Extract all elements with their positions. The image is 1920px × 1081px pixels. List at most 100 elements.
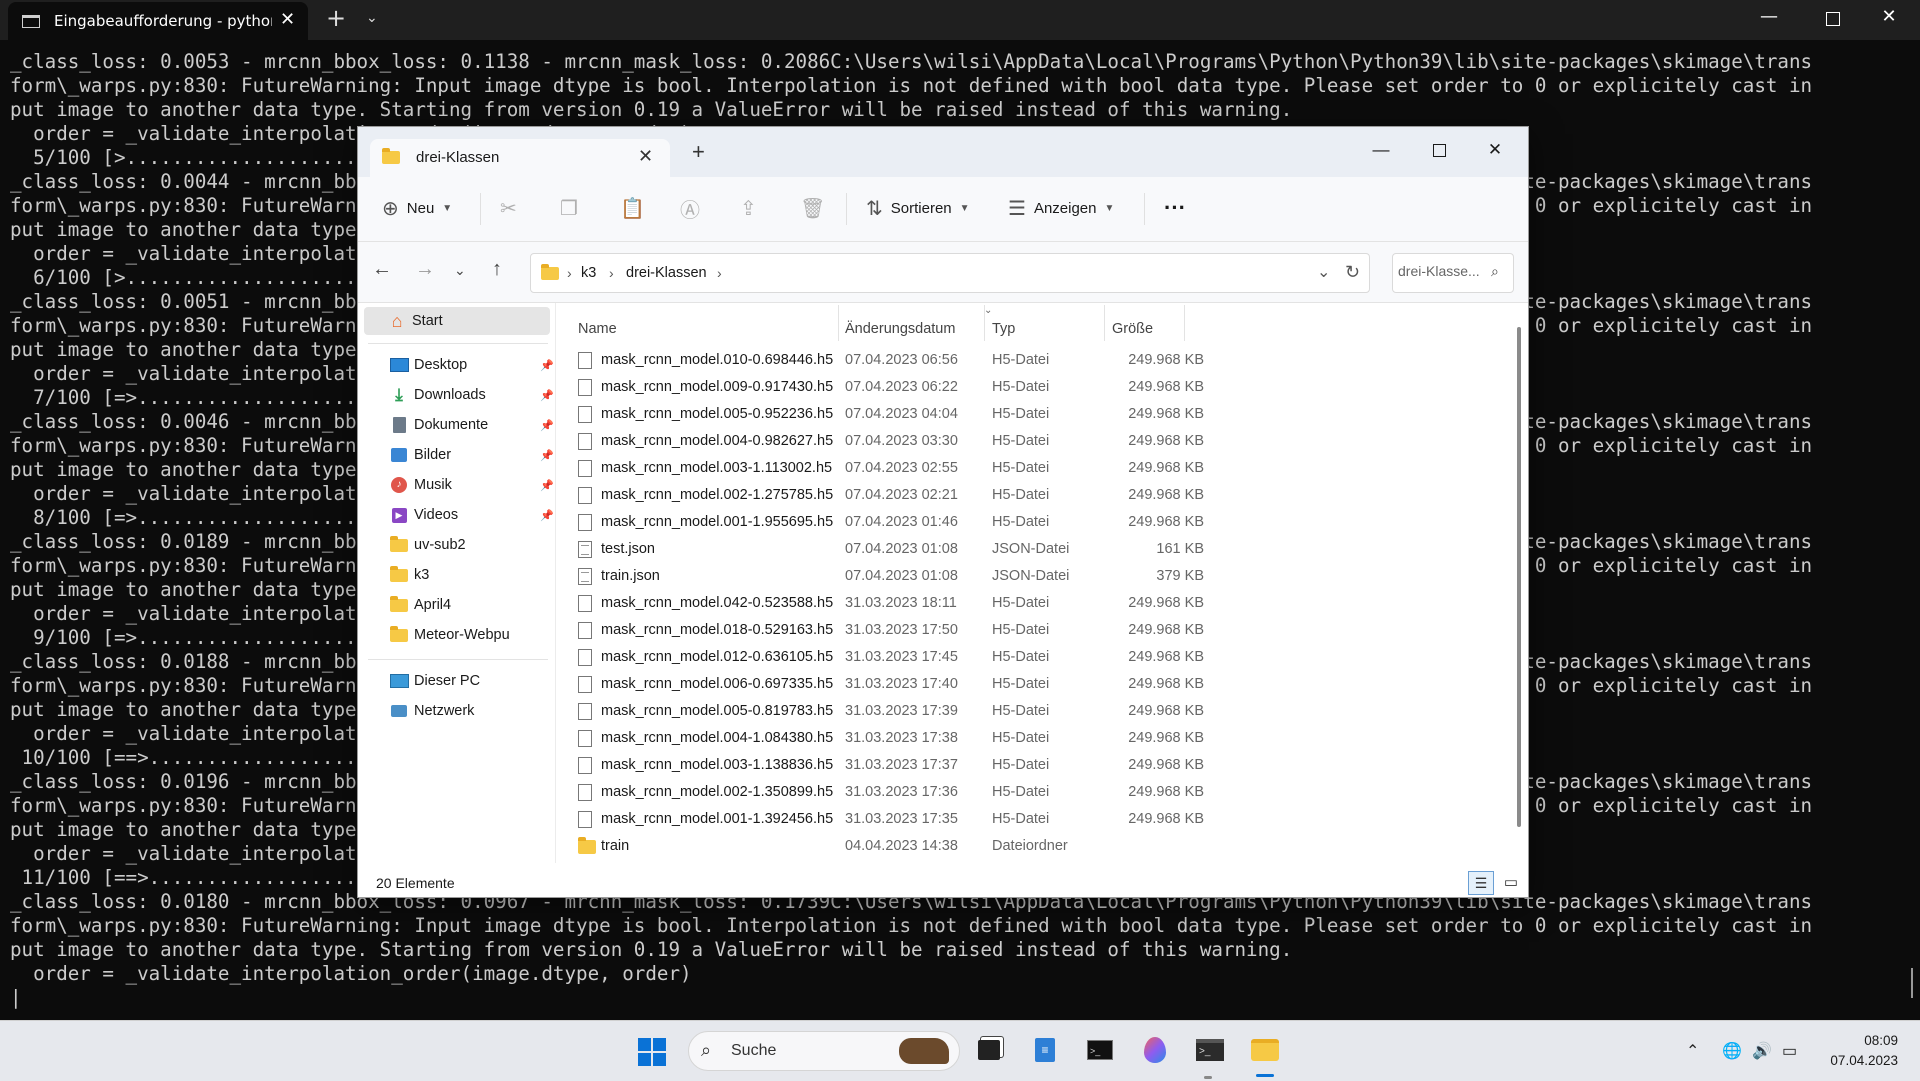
file-row[interactable]: mask_rcnn_model.006-0.697335.h5 31.03.202…: [576, 671, 1356, 698]
tab-dropdown-button[interactable]: ⌄: [366, 10, 378, 26]
cmd-icon[interactable]: >_: [1195, 1035, 1225, 1065]
minimize-button[interactable]: —: [1746, 6, 1792, 27]
close-button[interactable]: ✕: [1866, 6, 1912, 27]
cut-icon[interactable]: ✂: [500, 193, 517, 223]
new-button[interactable]: ⊕ Neu ▼: [382, 193, 452, 223]
paint-icon[interactable]: [1140, 1035, 1170, 1065]
address-bar[interactable]: › k3 › drei-Klassen › ⌄ ↻: [530, 253, 1370, 293]
pin-icon[interactable]: 📌: [540, 449, 554, 462]
breadcrumb-item[interactable]: drei-Klassen: [626, 265, 707, 281]
paste-icon[interactable]: 📋: [620, 193, 645, 223]
file-row[interactable]: test.json 07.04.2023 01:08 JSON-Datei 161 K…: [576, 536, 1356, 563]
volume-icon[interactable]: 🔊: [1752, 1041, 1772, 1061]
address-dropdown-icon[interactable]: ⌄: [1317, 262, 1330, 282]
new-tab-button[interactable]: +: [326, 4, 346, 32]
file-row[interactable]: mask_rcnn_model.005-0.952236.h5 07.04.202…: [576, 401, 1356, 428]
sidebar-item-documents[interactable]: Dokumente 📌: [364, 411, 554, 439]
file-row[interactable]: mask_rcnn_model.005-0.819783.h5 31.03.202…: [576, 698, 1356, 725]
terminal-icon[interactable]: >_: [1085, 1035, 1115, 1065]
file-row[interactable]: mask_rcnn_model.004-1.084380.h5 31.03.202…: [576, 725, 1356, 752]
file-row[interactable]: mask_rcnn_model.004-0.982627.h5 07.04.202…: [576, 428, 1356, 455]
file-row[interactable]: mask_rcnn_model.003-1.113002.h5 07.04.202…: [576, 455, 1356, 482]
pin-icon[interactable]: 📌: [540, 389, 554, 402]
language-icon[interactable]: 🌐: [1722, 1041, 1742, 1061]
file-row[interactable]: mask_rcnn_model.001-1.392456.h5 31.03.202…: [576, 806, 1356, 833]
close-tab-icon[interactable]: ✕: [280, 9, 295, 30]
sidebar-item-pictures[interactable]: Bilder 📌: [364, 441, 554, 469]
back-arrow-icon[interactable]: ←: [372, 258, 392, 281]
sidebar-item-videos[interactable]: ▶ Videos 📌: [364, 501, 554, 529]
column-divider[interactable]: [1184, 305, 1185, 341]
sidebar-item-network[interactable]: Netzwerk: [364, 697, 552, 725]
delete-icon[interactable]: 🗑: [800, 193, 825, 223]
recent-locations-icon[interactable]: ⌄: [454, 262, 466, 279]
up-arrow-icon[interactable]: ↑: [492, 258, 502, 281]
column-header-name[interactable]: Name: [578, 321, 617, 337]
sidebar-item-this-pc[interactable]: Dieser PC: [364, 667, 552, 695]
file-row[interactable]: mask_rcnn_model.018-0.529163.h5 31.03.202…: [576, 617, 1356, 644]
file-row[interactable]: mask_rcnn_model.002-1.275785.h5 07.04.202…: [576, 482, 1356, 509]
file-row[interactable]: mask_rcnn_model.012-0.636105.h5 31.03.202…: [576, 644, 1356, 671]
search-box[interactable]: ⌕: [1392, 253, 1514, 293]
file-row[interactable]: mask_rcnn_model.010-0.698446.h5 07.04.202…: [576, 347, 1356, 374]
explorer-folder-icon[interactable]: [1250, 1035, 1280, 1065]
explorer-tab[interactable]: drei-Klassen ✕: [370, 139, 670, 177]
battery-icon[interactable]: ▭: [1782, 1041, 1797, 1061]
sidebar-item-music[interactable]: ♪ Musik 📌: [364, 471, 554, 499]
maximize-button[interactable]: [1810, 6, 1856, 31]
search-input[interactable]: [1398, 263, 1488, 279]
notepad-icon[interactable]: ≡: [1030, 1035, 1060, 1065]
sidebar-item-desktop[interactable]: Desktop 📌: [364, 351, 554, 379]
details-view-icon[interactable]: ☰: [1468, 871, 1494, 895]
column-header-size[interactable]: Größe: [1112, 321, 1153, 337]
close-tab-icon[interactable]: ✕: [638, 146, 653, 167]
forward-arrow-icon[interactable]: →: [415, 258, 435, 281]
column-header-date[interactable]: Änderungsdatum: [845, 321, 955, 337]
refresh-icon[interactable]: ↻: [1345, 262, 1360, 283]
sidebar-item-meteor-webpu[interactable]: Meteor-Webpu: [364, 621, 552, 649]
sidebar-item-uv-sub2[interactable]: uv-sub2: [364, 531, 552, 559]
file-list-scrollbar[interactable]: [1517, 327, 1521, 827]
column-divider[interactable]: [1104, 305, 1105, 341]
file-row[interactable]: train 04.04.2023 14:38 Dateiordner: [576, 833, 1356, 860]
more-options-button[interactable]: ···: [1164, 193, 1186, 223]
tiles-view-icon[interactable]: ▭: [1498, 871, 1524, 895]
column-divider[interactable]: [984, 305, 985, 341]
sidebar-item-april4[interactable]: April4: [364, 591, 552, 619]
terminal-tab[interactable]: Eingabeaufforderung - python ✕: [8, 2, 308, 40]
copy-icon[interactable]: ❐: [560, 193, 578, 223]
pin-icon[interactable]: 📌: [540, 509, 554, 522]
windows-start-icon[interactable]: [638, 1038, 666, 1066]
clock-date[interactable]: 07.04.2023: [1810, 1053, 1898, 1068]
rename-icon[interactable]: Ⓐ: [680, 193, 700, 223]
taskbar-search[interactable]: ⌕ Suche: [688, 1031, 960, 1071]
breadcrumb-item[interactable]: k3: [581, 265, 596, 281]
new-tab-button[interactable]: +: [692, 139, 705, 165]
clock-time[interactable]: 08:09: [1822, 1033, 1898, 1048]
terminal-scrollbar[interactable]: [1911, 968, 1913, 998]
file-row[interactable]: mask_rcnn_model.002-1.350899.h5 31.03.202…: [576, 779, 1356, 806]
minimize-button[interactable]: —: [1358, 131, 1404, 169]
pin-icon[interactable]: 📌: [540, 419, 554, 432]
sidebar-item-k3[interactable]: k3: [364, 561, 552, 589]
file-row[interactable]: mask_rcnn_model.009-0.917430.h5 07.04.202…: [576, 374, 1356, 401]
close-button[interactable]: ✕: [1472, 131, 1518, 169]
column-header-type[interactable]: Typ: [992, 321, 1015, 337]
sidebar-item-downloads[interactable]: ⤓ Downloads 📌: [364, 381, 554, 409]
share-icon[interactable]: ⇪: [740, 193, 757, 223]
sort-button[interactable]: ⇅ Sortieren ▼: [866, 193, 970, 223]
file-row[interactable]: train.json 07.04.2023 01:08 JSON-Datei 379 …: [576, 563, 1356, 590]
file-type: H5-Datei: [992, 406, 1050, 422]
maximize-button[interactable]: [1416, 131, 1462, 169]
sidebar-item-start[interactable]: ⌂ Start: [364, 307, 550, 335]
column-divider[interactable]: [838, 305, 839, 341]
file-icon: [578, 784, 592, 801]
pin-icon[interactable]: 📌: [540, 479, 554, 492]
file-explorer-icon[interactable]: [974, 1035, 1004, 1065]
file-row[interactable]: mask_rcnn_model.042-0.523588.h5 31.03.202…: [576, 590, 1356, 617]
pin-icon[interactable]: 📌: [540, 359, 554, 372]
file-row[interactable]: mask_rcnn_model.003-1.138836.h5 31.03.202…: [576, 752, 1356, 779]
view-button[interactable]: ☰ Anzeigen ▼: [1008, 193, 1114, 223]
file-row[interactable]: mask_rcnn_model.001-1.955695.h5 07.04.202…: [576, 509, 1356, 536]
chevron-up-icon[interactable]: ⌃: [1686, 1041, 1699, 1061]
